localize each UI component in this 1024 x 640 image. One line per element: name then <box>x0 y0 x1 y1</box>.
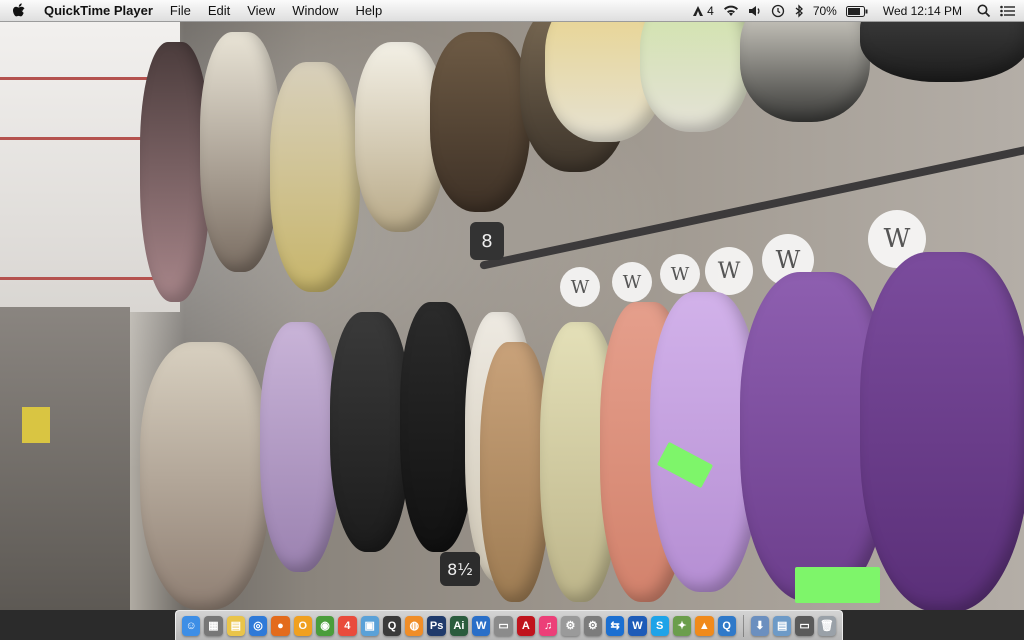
word-blue-icon[interactable]: W <box>628 615 647 636</box>
music-icon[interactable]: ♫ <box>539 615 558 636</box>
shoe <box>270 62 360 292</box>
time-machine-icon[interactable] <box>771 4 785 18</box>
size-label: 8 <box>470 222 504 260</box>
trash-icon[interactable]: 🗑 <box>817 615 836 636</box>
battery-percent[interactable]: 70% <box>813 4 837 18</box>
calculator-icon[interactable]: ▦ <box>204 615 223 636</box>
shoe <box>260 322 340 572</box>
vlc-icon[interactable]: ▲ <box>695 615 714 636</box>
shoe <box>400 302 475 552</box>
apple-menu-icon[interactable] <box>12 2 28 19</box>
calendar-icon[interactable]: 4 <box>338 615 357 636</box>
volume-icon[interactable] <box>748 5 762 17</box>
menu-edit[interactable]: Edit <box>208 3 230 18</box>
window-icon[interactable]: ▭ <box>795 615 814 636</box>
menu-help[interactable]: Help <box>355 3 382 18</box>
shoe <box>430 32 530 212</box>
quicktime-q-icon[interactable]: Q <box>717 615 736 636</box>
ceiling-beam <box>0 77 170 80</box>
size-tag: W <box>660 254 700 294</box>
shoe <box>200 32 280 272</box>
app-leaf-icon[interactable]: ✦ <box>672 615 692 636</box>
preview-icon[interactable]: ▣ <box>360 615 379 636</box>
skype-icon[interactable]: S <box>650 615 669 636</box>
notification-center-icon[interactable] <box>1000 5 1016 17</box>
dock: ☺ ▦ ▤ ◎ ● O ◉ 4 ▣ Q ◍ Ps Ai W ▭ A ♫ ⚙ ⚙ ⇆ W S ✦ ▲ Q ⬇ ▤ ▭ 🗑 <box>175 610 843 640</box>
documents-icon[interactable]: ▤ <box>773 615 792 636</box>
safari-icon[interactable]: ◎ <box>248 615 268 636</box>
price-tag <box>795 567 880 603</box>
status-area: 4 70% Wed 12:14 PM <box>692 0 1016 22</box>
app-gray-icon[interactable]: ▭ <box>494 615 513 636</box>
utility-icon[interactable]: ⚙ <box>561 615 580 636</box>
menu-file[interactable]: File <box>170 3 191 18</box>
chrome-icon[interactable]: ◉ <box>315 615 335 636</box>
menu-view[interactable]: View <box>247 3 275 18</box>
spotlight-search-icon[interactable] <box>977 4 991 18</box>
downloads-icon[interactable]: ⬇ <box>750 615 770 636</box>
teamviewer-icon[interactable]: ⇆ <box>605 615 625 636</box>
adobe-creative-cloud-icon[interactable]: 4 <box>692 4 714 18</box>
finder-icon[interactable]: ☺ <box>182 615 201 636</box>
shoe <box>640 22 750 132</box>
yellow-sign <box>22 407 50 443</box>
dock-separator <box>742 614 744 637</box>
app-orange-icon[interactable]: ◍ <box>405 615 424 636</box>
size-tag: W <box>612 262 652 302</box>
size-tag: W <box>705 247 753 295</box>
shoe <box>330 312 410 552</box>
video-frame[interactable]: W W W W W W 8 8½ <box>0 22 1024 610</box>
word-icon[interactable]: W <box>472 615 491 636</box>
settings-icon[interactable]: ⚙ <box>583 615 602 636</box>
size-label: 8½ <box>440 552 480 586</box>
acrobat-icon[interactable]: A <box>516 615 535 636</box>
adobe-count: 4 <box>707 4 714 18</box>
photoshop-icon[interactable]: Ps <box>427 615 446 636</box>
app-menu-quicktime[interactable]: QuickTime Player <box>44 3 153 18</box>
ceiling-beam <box>0 277 170 280</box>
shoe <box>140 342 270 610</box>
menu-window[interactable]: Window <box>292 3 338 18</box>
battery-icon[interactable] <box>845 5 868 17</box>
firefox-icon[interactable]: ● <box>271 615 290 636</box>
size-tag: W <box>560 267 600 307</box>
store-background <box>0 307 130 610</box>
itunes-circle-icon[interactable]: O <box>293 615 312 636</box>
shoe <box>740 22 870 122</box>
wifi-icon[interactable] <box>723 5 739 17</box>
quicktime-icon[interactable]: Q <box>382 615 402 636</box>
folder-icon[interactable]: ▤ <box>226 615 245 636</box>
menu-bar: QuickTime Player File Edit View Window H… <box>0 0 1024 22</box>
illustrator-icon[interactable]: Ai <box>449 615 469 636</box>
clock[interactable]: Wed 12:14 PM <box>883 4 962 18</box>
shoe <box>860 252 1024 610</box>
bluetooth-icon[interactable] <box>794 4 804 18</box>
shoe <box>860 22 1024 82</box>
